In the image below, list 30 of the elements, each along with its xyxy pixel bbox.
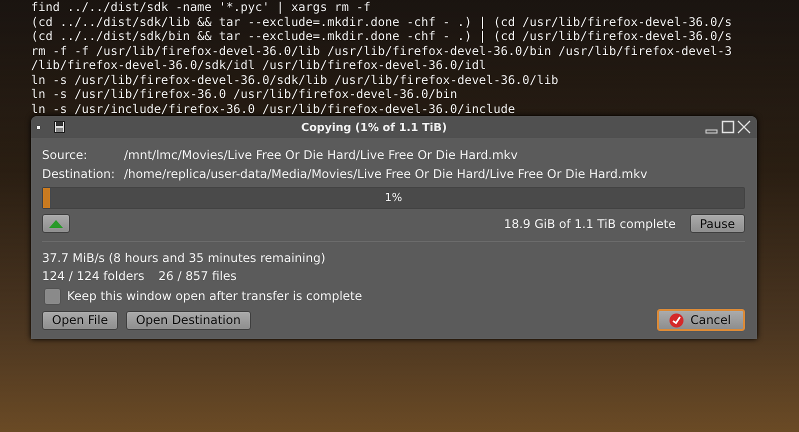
- item-count: 26 / 857 files: [158, 268, 237, 285]
- open-button[interactable]: Open File: [42, 310, 118, 330]
- checkbox-label[interactable]: Keep this window open after transfer is complete: [67, 287, 362, 305]
- maximize-icon[interactable]: [721, 120, 735, 134]
- cancel-icon: [669, 312, 684, 328]
- cancel-button[interactable]: Cancel: [657, 309, 745, 331]
- terminal-line: (cd ../../dist/sdk/bin && tar --exclude=.mkdir.done -chf - .) | (cd /usr/lib/firefox-devel-36.0/s: [31, 29, 733, 44]
- terminal-line: rm -f -f /usr/lib/firefox-devel-36.0/lib /usr/lib/firefox-devel-36.0/bin /usr/lib/firefox-devel-3: [31, 44, 733, 58]
- progress-label: 1%: [384, 191, 404, 204]
- expand-button[interactable]: [42, 214, 70, 233]
- terminal-line: ln -s /usr/lib/firefox-devel-36.0/sdk/lib /usr/lib/firefox-devel-36.0/lib: [31, 72, 560, 87]
- window-title: Copying (1% of 1.1 TiB): [300, 120, 448, 134]
- file-path: /home/replica/user-data/Media/Movies/Live Free Or Die Hard/Live Free Or Die Hard.mkv: [124, 166, 648, 183]
- transfer-summary: 18.9 GiB of 1.1 TiB complete: [502, 216, 676, 230]
- terminal-line: find ../../dist/sdk -name '*.pyc' | xargs rm -f: [31, 0, 372, 14]
- terminal-line: (cd ../../dist/sdk/lib && tar --exclude=.mkdir.done -chf - .) | (cd /usr/lib/firefox-devel-36.0/s: [31, 14, 733, 29]
- close-icon[interactable]: [737, 120, 751, 134]
- terminal-line: ln -s /usr/lib/firefox-36.0 /usr/lib/firefox-devel-36.0/bin: [31, 87, 458, 102]
- transfer-speed: 37.7 MiB/s (8 hours and 35 minutes remaining): [42, 250, 326, 267]
- terminal-line: /lib/firefox-devel-36.0/sdk/idl /usr/lib/firefox-devel-36.0/idl: [31, 58, 488, 72]
- open-button[interactable]: Open Destination: [126, 310, 251, 330]
- file-path: /mnt/lmc/Movies/Live Free Or Die Hard/Live Free Or Die Hard.mkv: [124, 147, 518, 164]
- field-label: Source:: [42, 147, 88, 164]
- triangle-up-icon: [49, 220, 63, 228]
- checkbox[interactable]: [44, 288, 61, 304]
- field-label: Destination:: [42, 166, 116, 183]
- terminal-line: ln -s /usr/include/firefox-36.0 /usr/lib/firefox-devel-36.0/include: [31, 102, 516, 116]
- pause-button[interactable]: Pause: [690, 214, 745, 233]
- item-count: 124 / 124 folders: [42, 268, 144, 285]
- window-menu-icon[interactable]: [37, 126, 40, 128]
